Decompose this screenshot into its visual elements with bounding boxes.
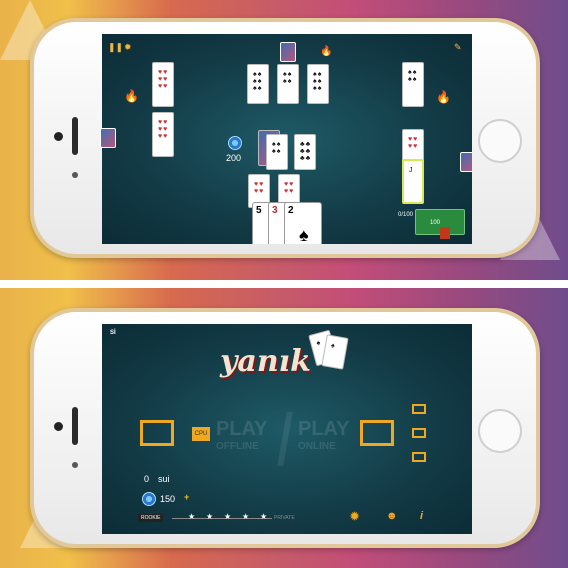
hand-card-rank: 3 (272, 205, 278, 216)
home-button[interactable] (478, 409, 522, 453)
play-online-icon[interactable] (360, 420, 394, 446)
card: ♠♠ ♠♠ (266, 134, 288, 170)
play-online-line1: PLAY (298, 418, 350, 440)
card: ♣♣ ♣♣ ♣♣ (294, 134, 316, 170)
hand-card[interactable]: 2 ♠ (284, 202, 322, 244)
progress-label: 0/100 (398, 212, 414, 218)
star-icon: ★ (188, 512, 196, 521)
speaker (72, 407, 78, 445)
cpu-label: CPU (192, 427, 210, 441)
phone-frame: Sİ yanık ♠ ♠ CPU PLAY OFFLINE PLAY ONLIN… (30, 308, 540, 548)
network-node (412, 428, 426, 438)
group-icon[interactable]: ☻ (386, 510, 398, 522)
network-node (412, 404, 426, 414)
card-back (100, 128, 116, 148)
opponent-avatar-icon: 🔥 (124, 89, 139, 103)
sensor (72, 462, 78, 468)
pause-icon[interactable]: ❚❚ (108, 42, 123, 53)
star-icon: ★ (242, 512, 250, 521)
card-back (280, 42, 296, 62)
play-online-button[interactable]: PLAY ONLINE (298, 418, 350, 456)
feather-icon[interactable]: ✎ (454, 42, 462, 53)
play-offline-line1: PLAY (216, 418, 268, 440)
rank-start: ROOKIE (138, 514, 164, 522)
divider (277, 412, 293, 466)
menu-screen: Sİ yanık ♠ ♠ CPU PLAY OFFLINE PLAY ONLIN… (102, 324, 472, 534)
opponent-avatar-icon: 🔥 (436, 90, 451, 104)
front-camera (54, 132, 63, 141)
network-node (412, 452, 426, 462)
card: ♥♥ ♥♥ ♥♥ (152, 112, 174, 157)
game-screen: ❚❚ ✹ ♥♥ ♥♥ ♥♥ ♥♥ ♥♥ ♥♥ 🔥 ♠♠ ♠♠ ♠♠ ♠♠ ♠♠ ♠♠ ♠♠ ♠♠ … (102, 34, 472, 244)
game-logo: yanık (220, 344, 311, 379)
coin-icon (142, 492, 156, 506)
play-offline-line2: OFFLINE (216, 441, 259, 452)
star-icon: ★ (224, 512, 232, 521)
flag-icon (440, 227, 450, 239)
card: ♥♥ ♥♥ ♥♥ (152, 62, 174, 107)
play-online-line2: ONLINE (298, 441, 336, 452)
top-panel: ❚❚ ✹ ♥♥ ♥♥ ♥♥ ♥♥ ♥♥ ♥♥ 🔥 ♠♠ ♠♠ ♠♠ ♠♠ ♠♠ ♠♠ ♠♠ ♠♠ … (0, 0, 568, 280)
card: ♠ (321, 334, 349, 370)
card: ♠♠ ♠♠ ♠♠ (307, 64, 329, 104)
card: ♠♠ ♠♠ ♠♠ (247, 64, 269, 104)
speaker (72, 117, 78, 155)
rank-end: PRIVATE (274, 515, 295, 521)
card: ♠♠ ♠♠ (277, 64, 299, 104)
sensor (72, 172, 78, 178)
hand-card-rank: 5 (256, 205, 262, 216)
hand-card-rank: 2 (288, 205, 294, 216)
score-label: 200 (226, 153, 242, 163)
gear-icon[interactable]: ✹ (350, 510, 359, 523)
add-coins-button[interactable]: + (184, 492, 189, 502)
brand-label: Sİ (110, 330, 116, 336)
card-back (460, 152, 472, 172)
opponent-avatar-icon: 🔥 (320, 46, 333, 57)
gear-icon[interactable]: ✹ (124, 42, 132, 53)
bottom-panel: Sİ yanık ♠ ♠ CPU PLAY OFFLINE PLAY ONLIN… (0, 288, 568, 568)
star-icon: ★ (260, 512, 268, 521)
info-icon[interactable]: i (420, 510, 423, 522)
spade-icon: ♠ (299, 225, 309, 244)
level-count: 0 (144, 474, 150, 484)
chip-icon (228, 136, 242, 150)
front-camera (54, 422, 63, 431)
scoreboard-value: 100 (430, 220, 441, 226)
play-offline-icon[interactable] (140, 420, 174, 446)
card: ♠♠ ♠♠ (402, 62, 424, 107)
user-name: sui (158, 474, 170, 484)
coin-count: 150 (160, 494, 176, 504)
star-icon: ★ (206, 512, 214, 521)
home-button[interactable] (478, 119, 522, 163)
play-offline-button[interactable]: PLAY OFFLINE (216, 418, 268, 456)
card: J (402, 159, 424, 204)
rank-progress (172, 518, 272, 519)
